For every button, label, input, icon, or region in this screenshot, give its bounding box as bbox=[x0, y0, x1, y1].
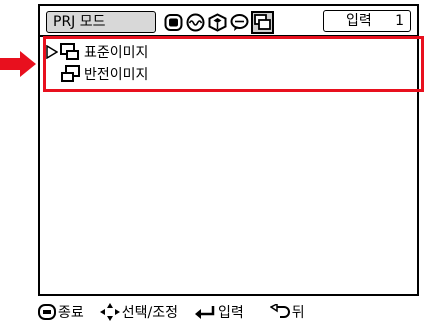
selection-arrow-icon bbox=[46, 44, 60, 60]
return-icon bbox=[269, 304, 290, 318]
footer-end: 종료 bbox=[38, 302, 84, 322]
mode-tab[interactable]: PRJ 모드 bbox=[46, 11, 156, 33]
list-item-reversed-image[interactable]: 반전이미지 bbox=[46, 63, 148, 85]
projector-mode-icon[interactable] bbox=[251, 10, 274, 34]
footer-end-label: 종료 bbox=[58, 305, 84, 321]
footer-enter-label: 입력 bbox=[218, 305, 244, 321]
direction-keys-icon bbox=[99, 303, 120, 321]
menu-icon-bar bbox=[163, 10, 274, 34]
fine-sync-icon[interactable] bbox=[185, 12, 206, 33]
image-mode-list: 표준이미지 반전이미지 bbox=[46, 41, 148, 85]
list-item-label: 반전이미지 bbox=[84, 67, 149, 83]
options-icon[interactable] bbox=[207, 12, 228, 33]
header-divider bbox=[40, 35, 417, 37]
standard-image-icon bbox=[60, 43, 79, 60]
input-number: 1 bbox=[395, 13, 404, 29]
input-indicator: 입력 1 bbox=[323, 10, 411, 32]
footer-select-label: 선택/조정 bbox=[121, 305, 179, 321]
pointer-arrow-icon bbox=[0, 51, 36, 77]
footer-back-label: 뒤 bbox=[291, 305, 305, 321]
reversed-image-icon bbox=[61, 65, 80, 82]
language-icon[interactable] bbox=[229, 12, 250, 33]
footer-hints: 종료 선택/조정 입력 뒤 bbox=[38, 298, 419, 326]
menu-header: PRJ 모드 입력 1 bbox=[40, 6, 417, 36]
picture-icon[interactable] bbox=[163, 12, 184, 33]
enter-key-icon bbox=[195, 306, 215, 319]
input-label: 입력 bbox=[346, 13, 372, 29]
mode-tab-label: PRJ 모드 bbox=[53, 14, 106, 30]
footer-back: 뒤 bbox=[269, 302, 305, 322]
list-item-label: 표준이미지 bbox=[84, 45, 149, 61]
list-item-standard-image[interactable]: 표준이미지 bbox=[46, 41, 148, 63]
footer-enter: 입력 bbox=[194, 302, 244, 322]
footer-select: 선택/조정 bbox=[99, 302, 179, 322]
menu-button-icon bbox=[38, 304, 56, 320]
screen: PRJ 모드 입력 1 표준이미지 반전이미지 종료 선택/조정 입력 뒤 bbox=[0, 0, 424, 328]
osd-menu: PRJ 모드 입력 1 표준이미지 반전이미지 bbox=[38, 4, 419, 296]
